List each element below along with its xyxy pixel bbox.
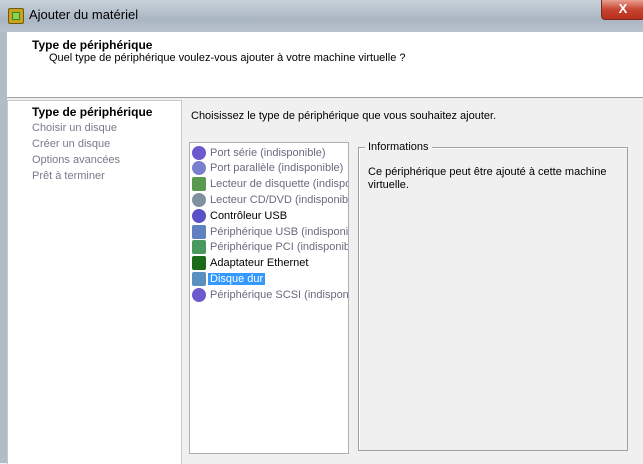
usb-controller-icon xyxy=(192,208,206,223)
device-label: Périphérique SCSI (indisponible) xyxy=(210,288,349,301)
device-label: Périphérique USB (indisponible) xyxy=(210,225,349,238)
wizard-steps: Type de périphérique Choisir un disque C… xyxy=(7,100,182,464)
device-list-item[interactable]: Lecteur CD/DVD (indisponible) xyxy=(192,191,349,208)
wizard-header: Type de périphérique Quel type de périph… xyxy=(7,32,643,98)
usb-device-icon xyxy=(192,224,206,239)
hard-disk-icon xyxy=(192,271,206,286)
device-type-list[interactable]: Port série (indisponible) Port parallèle … xyxy=(189,142,349,454)
device-label: Port parallèle (indisponible) xyxy=(210,162,344,175)
device-list-item[interactable]: Périphérique SCSI (indisponible) xyxy=(192,286,349,303)
device-list-item[interactable]: Port parallèle (indisponible) xyxy=(192,160,345,177)
info-text: Ce périphérique peut être ajouté à cette… xyxy=(368,166,607,191)
prompt-text: Choisissez le type de périphérique que v… xyxy=(191,110,497,122)
device-list-item[interactable]: Lecteur de disquette (indisponible) xyxy=(192,176,348,193)
step-ready-to-complete: Prêt à terminer xyxy=(32,170,105,182)
step-advanced-options: Options avancées xyxy=(32,154,121,166)
device-label: Contrôleur USB xyxy=(210,209,288,222)
device-list-item[interactable]: Contrôleur USB xyxy=(192,207,289,224)
device-list-item[interactable]: Périphérique USB (indisponible) xyxy=(192,223,349,240)
window-title: Ajouter du matériel xyxy=(29,7,139,22)
pci-card-icon xyxy=(192,240,206,255)
page-subtitle: Quel type de périphérique voulez-vous aj… xyxy=(49,52,406,64)
step-choose-disk: Choisir un disque xyxy=(32,122,117,134)
device-label: Lecteur de disquette (indisponible) xyxy=(210,178,348,191)
vsphere-app-icon xyxy=(8,8,24,24)
device-list-item[interactable]: Adaptateur Ethernet xyxy=(192,255,310,272)
ethernet-adapter-icon xyxy=(192,256,206,271)
device-list-item[interactable]: Port série (indisponible) xyxy=(192,144,328,161)
info-groupbox xyxy=(358,147,628,451)
scsi-icon xyxy=(192,287,206,302)
title-bar: Ajouter du matériel X xyxy=(0,0,643,32)
info-legend: Informations xyxy=(365,141,432,153)
step-create-disk: Créer un disque xyxy=(32,138,111,150)
parallel-port-icon xyxy=(192,161,206,176)
serial-port-icon xyxy=(192,145,206,160)
step-device-type: Type de périphérique xyxy=(32,105,153,119)
page-title: Type de périphérique xyxy=(32,38,153,52)
device-label: Adaptateur Ethernet xyxy=(210,257,309,270)
device-label: Port série (indisponible) xyxy=(210,146,326,159)
device-label: Lecteur CD/DVD (indisponible) xyxy=(210,193,349,206)
device-list-item[interactable]: Périphérique PCI (indisponible) xyxy=(192,239,349,256)
cd-dvd-icon xyxy=(192,192,206,207)
device-label: Disque dur xyxy=(208,272,266,285)
floppy-icon xyxy=(192,177,206,192)
device-list-item[interactable]: Disque dur xyxy=(192,270,266,287)
close-button[interactable]: X xyxy=(601,0,643,20)
device-label: Périphérique PCI (indisponible) xyxy=(210,241,349,254)
